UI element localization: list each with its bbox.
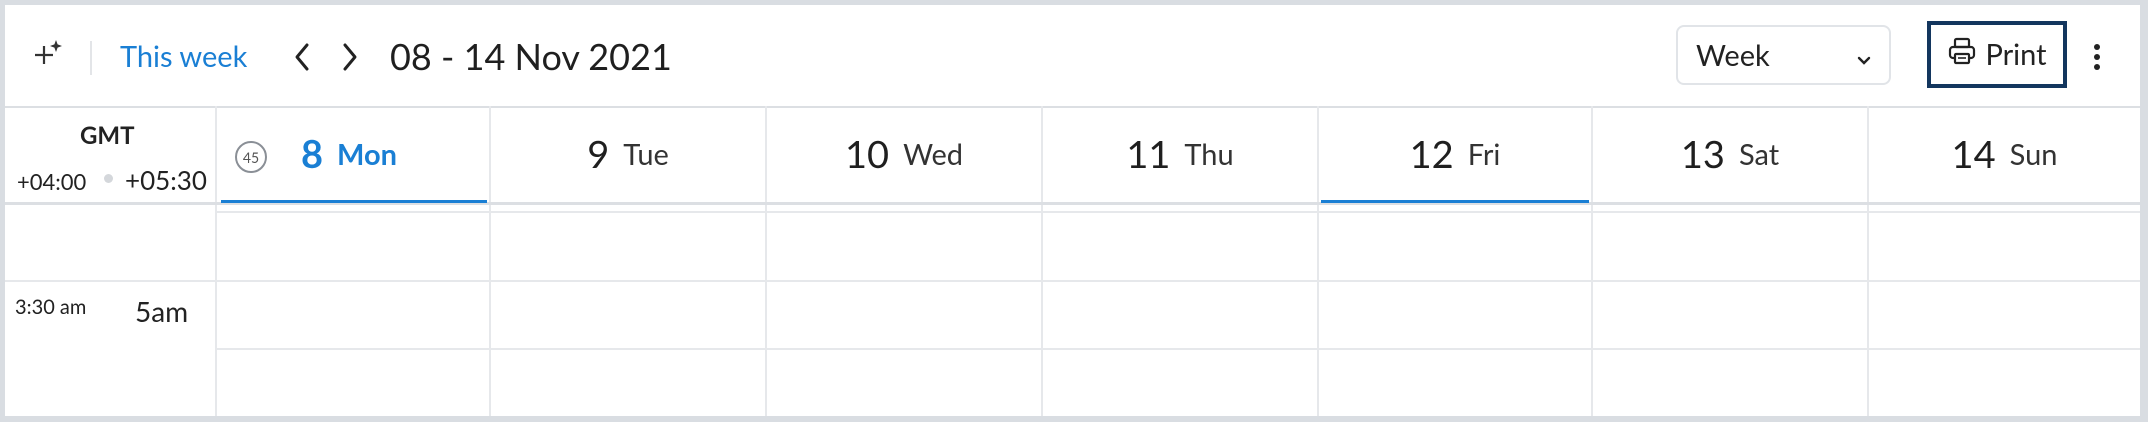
timezone-label: GMT xyxy=(80,121,135,150)
printer-icon xyxy=(1947,36,1977,73)
magic-wand-icon[interactable] xyxy=(31,35,67,71)
view-select-value: Week xyxy=(1696,37,1770,73)
grid-row-divider xyxy=(5,280,2140,282)
chevron-left-icon[interactable] xyxy=(287,39,317,75)
day-header-sat[interactable]: 13 Sat xyxy=(1593,106,1867,202)
day-number: 8 xyxy=(301,131,324,177)
view-select[interactable]: Week xyxy=(1676,25,1891,85)
day-name: Fri xyxy=(1467,136,1501,172)
date-range-title: 08 - 14 Nov 2021 xyxy=(390,34,672,78)
day-number: 14 xyxy=(1951,131,1996,177)
day-name: Tue xyxy=(623,136,669,172)
day-name: Mon xyxy=(337,136,398,172)
day-header-mon[interactable]: 8 Mon xyxy=(277,106,489,202)
grid-row-divider xyxy=(217,211,2140,213)
grid-row-divider xyxy=(217,348,2140,350)
print-button[interactable]: Print xyxy=(1927,21,2067,88)
grid-column-divider xyxy=(765,106,767,416)
day-header-tue[interactable]: 9 Tue xyxy=(491,106,765,202)
day-name: Thu xyxy=(1184,136,1234,172)
grid-column-divider xyxy=(1317,106,1319,416)
day-header-thu[interactable]: 11 Thu xyxy=(1043,106,1317,202)
calendar-toolbar: This week 08 - 14 Nov 2021 Week Print xyxy=(5,5,2140,108)
grid-column-divider xyxy=(1867,106,1869,416)
chevron-down-icon xyxy=(1857,38,1871,73)
this-week-button[interactable]: This week xyxy=(120,35,247,77)
day-number: 11 xyxy=(1126,131,1171,177)
toolbar-divider xyxy=(90,41,92,75)
time-label-primary: 3:30 am xyxy=(15,295,87,319)
day-name: Sat xyxy=(1738,136,1780,172)
timezone-primary-offset: +04:00 xyxy=(17,168,87,195)
day-header-fri[interactable]: 12 Fri xyxy=(1319,106,1591,202)
day-number: 10 xyxy=(844,131,890,177)
time-label-secondary: 5am xyxy=(135,294,189,328)
week-number-badge: 45 xyxy=(235,141,267,173)
timezone-separator-dot xyxy=(104,174,113,183)
calendar-window: This week 08 - 14 Nov 2021 Week Print GM… xyxy=(5,5,2140,416)
grid-column-divider xyxy=(1591,106,1593,416)
more-vertical-icon[interactable] xyxy=(2085,37,2109,77)
day-event-indicator xyxy=(221,200,487,203)
day-name: Sun xyxy=(2009,136,2058,172)
day-header-wed[interactable]: 10 Wed xyxy=(767,106,1041,202)
day-number: 13 xyxy=(1680,131,1725,177)
day-name: Wed xyxy=(903,136,964,172)
grid-column-divider xyxy=(215,106,217,416)
day-event-indicator xyxy=(1321,200,1589,203)
chevron-right-icon[interactable] xyxy=(335,39,365,75)
day-number: 9 xyxy=(587,131,610,177)
timezone-secondary-offset: +05:30 xyxy=(125,164,207,196)
grid-column-divider xyxy=(489,106,491,416)
day-number: 12 xyxy=(1409,131,1454,177)
print-label: Print xyxy=(1985,37,2047,72)
grid-column-divider xyxy=(1041,106,1043,416)
day-header-sun[interactable]: 14 Sun xyxy=(1869,106,2140,202)
